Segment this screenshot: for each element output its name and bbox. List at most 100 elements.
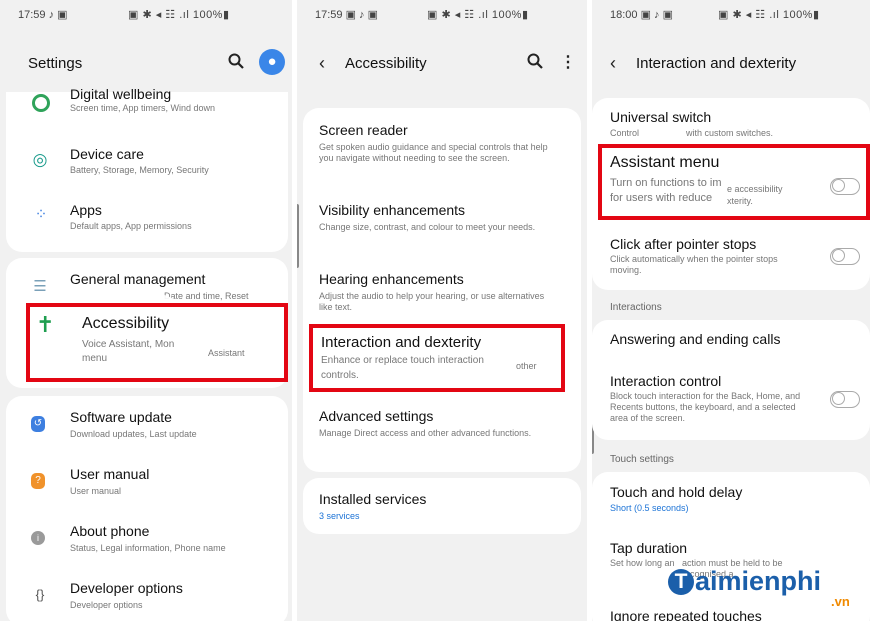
menu-item-screen-reader[interactable]: Screen reader Get spoken audio guidance … [303, 122, 581, 182]
menu-item-visibility-enhancements[interactable]: Visibility enhancements Change size, con… [303, 202, 581, 246]
item-subtitle: Download updates, Last update [70, 429, 197, 439]
menu-item-answering-and-ending-calls[interactable]: Answering and ending calls [592, 331, 870, 355]
settings-item-device-care[interactable]: ◎ Device care Battery, Storage, Memory, … [6, 142, 288, 186]
section-header-touch-settings: Touch settings [610, 454, 674, 465]
item-subtitle: Change size, contrast, and colour to mee… [319, 222, 536, 232]
back-arrow-icon[interactable]: ‹ [610, 53, 616, 74]
item-title: Tap duration [610, 540, 688, 556]
logo-wordmark: aimienphi [695, 566, 822, 596]
item-title: Answering and ending calls [610, 331, 781, 347]
menu-item-universal-switch[interactable]: Universal switch Control with custom swi… [592, 109, 870, 143]
item-title: General management [70, 271, 206, 287]
item-title: Visibility enhancements [319, 202, 466, 218]
item-subtitle: Battery, Storage, Memory, Security [70, 165, 209, 175]
settings-group-3: ↺ Software update Download updates, Last… [6, 396, 288, 621]
item-title: User manual [70, 466, 150, 482]
page-title: Interaction and dexterity [636, 55, 797, 72]
settings-group-1: Digital wellbeing Screen time, App timer… [6, 86, 288, 252]
status-time: 18:00 ▣ ♪ ▣ [610, 9, 673, 21]
menu-item-hearing-enhancements[interactable]: Hearing enhancements Adjust the audio to… [303, 271, 581, 315]
item-title: About phone [70, 523, 150, 539]
item-subtitle: Screen time, App timers, Wind down [70, 103, 216, 113]
user-manual-icon: ? [31, 473, 45, 489]
item-title: Advanced settings [319, 408, 434, 424]
highlight-box-assistant-menu [598, 144, 870, 220]
item-title: Software update [70, 409, 172, 425]
info-icon: i [31, 531, 45, 545]
search-icon[interactable] [228, 53, 244, 74]
item-subtitle: Control [610, 128, 640, 138]
item-title: Ignore repeated touches [610, 608, 762, 621]
settings-item-user-manual[interactable]: ? User manual User manual [6, 465, 288, 509]
status-icons: ▣ ✱ ◂ ☷ .ıl 100%▮ [718, 9, 820, 21]
settings-item-software-update[interactable]: ↺ Software update Download updates, Last… [6, 408, 288, 452]
item-title: Touch and hold delay [610, 484, 743, 500]
item-title: Hearing enhancements [319, 271, 464, 287]
highlight-box-accessibility [26, 303, 288, 382]
page-title: Settings [28, 55, 83, 72]
software-update-icon: ↺ [31, 416, 45, 432]
logo-t-icon: T [668, 569, 694, 595]
apps-icon: ⁘ [34, 206, 48, 223]
page-title: Accessibility [345, 55, 427, 72]
interaction-group-3: Touch and hold delay Short (0.5 seconds)… [592, 472, 870, 621]
menu-item-interaction-control[interactable]: Interaction control Block touch interact… [592, 373, 870, 433]
highlight-box-interaction [309, 324, 565, 392]
settings-item-about-phone[interactable]: i About phone Status, Legal information,… [6, 522, 288, 566]
profile-avatar-icon[interactable]: ● [259, 49, 285, 75]
toggle-switch[interactable] [830, 391, 860, 408]
item-subtitle: Manage Direct access and other advanced … [319, 428, 532, 438]
device-care-icon: ◎ [32, 150, 48, 169]
taimienphi-logo: Taimienphi .vn [668, 566, 850, 609]
menu-item-click-after-pointer-stops[interactable]: Click after pointer stops Click automati… [592, 236, 870, 280]
scrollbar[interactable] [297, 204, 299, 268]
item-subtitle: Short (0.5 seconds) [610, 503, 689, 513]
item-title: Developer options [70, 580, 183, 596]
logo-domain: .vn [831, 594, 850, 609]
item-title: Apps [70, 202, 102, 218]
braces-icon: {} [35, 587, 45, 602]
item-title: Universal switch [610, 109, 712, 125]
item-subtitle: User manual [70, 486, 122, 496]
section-header-interactions: Interactions [610, 302, 662, 313]
settings-item-apps[interactable]: ⁘ Apps Default apps, App permissions [6, 198, 288, 242]
item-subtitle: Default apps, App permissions [70, 221, 192, 231]
sliders-icon: ☰ [33, 278, 47, 295]
status-bar: 17:59 ▣ ♪ ▣ ▣ ✱ ◂ ☷ .ıl 100%▮ [297, 0, 587, 26]
toggle-switch[interactable] [830, 248, 860, 265]
settings-item-developer-options[interactable]: {} Developer options Developer options [6, 579, 288, 621]
item-title: Click after pointer stops [610, 236, 757, 252]
item-subtitle: Click automatically when the pointer sto… [610, 254, 778, 275]
item-subtitle: Get spoken audio guidance and special co… [319, 142, 548, 163]
accessibility-group-1: Screen reader Get spoken audio guidance … [303, 108, 581, 472]
status-bar: 18:00 ▣ ♪ ▣ ▣ ✱ ◂ ☷ .ıl 100%▮ [592, 0, 870, 26]
more-options-icon[interactable]: ⋮ [560, 52, 576, 72]
menu-item-installed-services[interactable]: Installed services 3 services [303, 491, 581, 523]
menu-item-advanced-settings[interactable]: Advanced settings Manage Direct access a… [303, 408, 581, 452]
item-subtitle: Block touch interaction for the Back, Ho… [610, 391, 801, 423]
back-arrow-icon[interactable]: ‹ [319, 53, 325, 74]
menu-item-touch-and-hold-delay[interactable]: Touch and hold delay Short (0.5 seconds) [592, 484, 870, 518]
item-title: Digital wellbeing [70, 86, 172, 102]
interaction-dexterity-screen: 18:00 ▣ ♪ ▣ ▣ ✱ ◂ ☷ .ıl 100%▮ ‹ Interact… [592, 0, 870, 621]
item-title: Interaction control [610, 373, 722, 389]
settings-item-digital-wellbeing[interactable]: Digital wellbeing Screen time, App timer… [6, 86, 288, 126]
wellbeing-icon [32, 94, 50, 112]
accessibility-screen: 17:59 ▣ ♪ ▣ ▣ ✱ ◂ ☷ .ıl 100%▮ ‹ Accessib… [297, 0, 587, 621]
item-title: Device care [70, 146, 144, 162]
item-subtitle: Adjust the audio to help your hearing, o… [319, 291, 545, 312]
app-bar: Settings ● [0, 46, 292, 80]
status-bar: 17:59 ♪ ▣ ▣ ✱ ◂ ☷ .ıl 100%▮ [0, 0, 292, 26]
status-time: 17:59 ▣ ♪ ▣ [315, 9, 378, 21]
status-time: 17:59 ♪ ▣ [18, 9, 68, 21]
item-subtitle-2: with custom switches. [686, 128, 774, 138]
accessibility-group-2: Installed services 3 services [303, 478, 581, 534]
interaction-group-2: Answering and ending calls Interaction c… [592, 320, 870, 440]
menu-item-ignore-repeated-touches[interactable]: Ignore repeated touches [592, 608, 870, 621]
item-title: Installed services [319, 491, 427, 507]
search-icon[interactable] [527, 53, 543, 74]
item-subtitle: Developer options [70, 600, 143, 610]
status-icons: ▣ ✱ ◂ ☷ .ıl 100%▮ [128, 9, 230, 21]
status-icons: ▣ ✱ ◂ ☷ .ıl 100%▮ [427, 9, 529, 21]
settings-screen: 17:59 ♪ ▣ ▣ ✱ ◂ ☷ .ıl 100%▮ Settings ● D… [0, 0, 292, 621]
